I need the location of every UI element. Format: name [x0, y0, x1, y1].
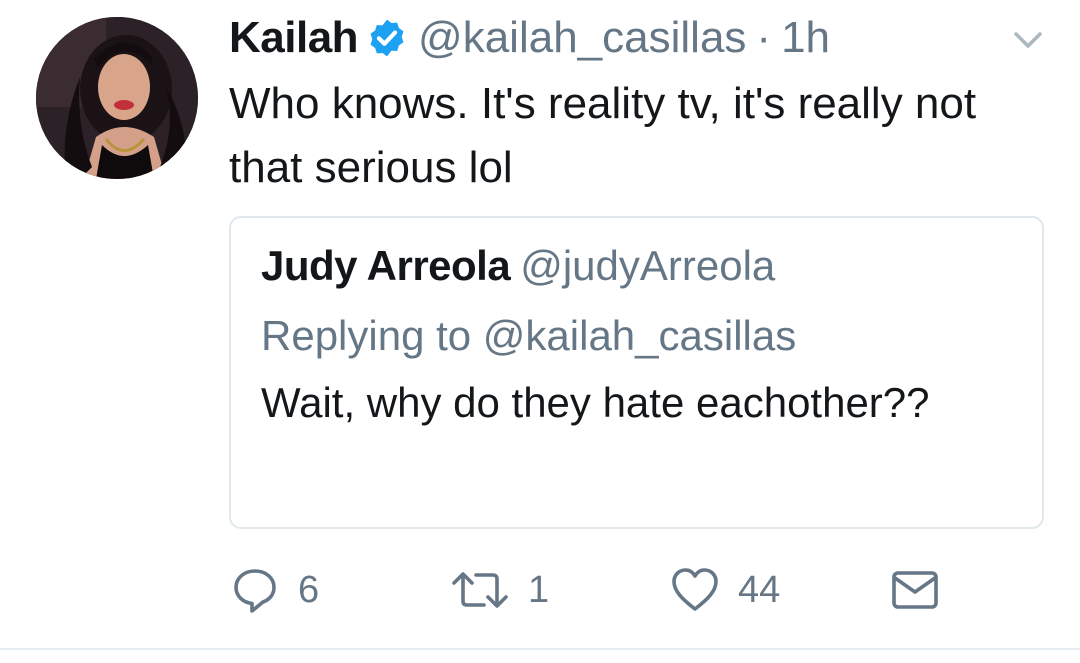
author-name[interactable]: Kailah	[229, 13, 359, 63]
tweet-divider	[0, 648, 1080, 650]
quoted-tweet-text: Wait, why do they hate eachother??	[261, 379, 930, 426]
verified-badge-icon	[370, 19, 404, 57]
reply-button[interactable]: 6	[230, 560, 319, 620]
timestamp[interactable]: 1h	[781, 13, 830, 63]
separator-dot: ·	[756, 13, 772, 62]
quoted-tweet-header: Judy Arreola @judyArreola	[261, 242, 775, 290]
chevron-down-icon[interactable]	[1010, 28, 1046, 52]
retweet-icon	[452, 572, 508, 608]
reply-bubble-icon	[234, 569, 276, 613]
reply-count: 6	[298, 568, 320, 611]
like-button[interactable]: 44	[670, 560, 780, 620]
author-handle[interactable]: @kailah_casillas	[418, 13, 746, 63]
tweet-header: Kailah @kailah_casillas · 1h	[229, 10, 830, 66]
heart-icon	[672, 568, 718, 611]
direct-message-button[interactable]	[890, 560, 940, 620]
replying-to: Replying to @kailah_casillas	[261, 312, 797, 359]
quoted-author-name: Judy Arreola	[261, 242, 511, 289]
retweet-button[interactable]: 1	[450, 560, 549, 620]
retweet-count: 1	[528, 568, 550, 611]
action-bar: 6 1 44	[230, 560, 990, 620]
like-count: 44	[738, 568, 781, 611]
avatar[interactable]	[36, 17, 198, 179]
tweet-text: Who knows. It's reality tv, it's really …	[229, 79, 977, 192]
quoted-tweet[interactable]: Judy Arreola @judyArreola Replying to @ka…	[229, 216, 1044, 529]
tweet: Kailah @kailah_casillas · 1h Who knows. …	[0, 0, 1080, 663]
avatar-image	[36, 17, 198, 179]
quoted-author-handle: @judyArreola	[520, 242, 776, 289]
envelope-icon	[892, 571, 938, 609]
